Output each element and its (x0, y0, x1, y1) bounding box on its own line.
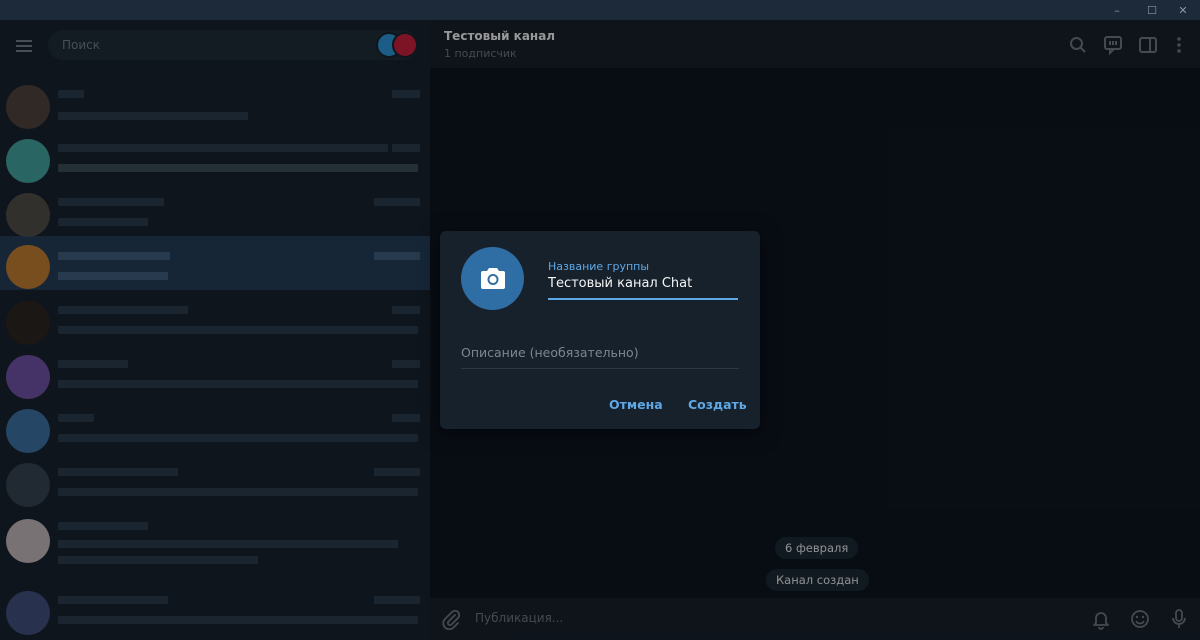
list-item[interactable] (0, 80, 430, 134)
list-item[interactable] (0, 458, 430, 512)
window-titlebar: – ☐ ✕ (0, 0, 1200, 20)
camera-icon (480, 267, 505, 289)
list-item[interactable] (0, 240, 430, 294)
list-item[interactable] (0, 188, 430, 242)
avatar (6, 245, 50, 289)
minimize-button[interactable]: – (1110, 3, 1124, 17)
create-button[interactable]: Создать (688, 397, 747, 412)
set-photo-button[interactable] (461, 247, 524, 310)
cancel-button[interactable]: Отмена (609, 397, 663, 412)
chat-list-panel: Поиск (0, 20, 430, 640)
avatar (6, 355, 50, 399)
maximize-button[interactable]: ☐ (1145, 3, 1159, 17)
avatar (6, 519, 50, 563)
avatar (6, 193, 50, 237)
search-input[interactable]: Поиск (48, 30, 418, 60)
description-input[interactable]: Описание (необязательно) (461, 341, 739, 369)
list-item[interactable] (0, 404, 430, 458)
list-item[interactable] (0, 134, 430, 188)
avatar (6, 409, 50, 453)
story-avatar[interactable] (392, 32, 418, 58)
menu-icon[interactable] (12, 36, 36, 56)
list-item[interactable] (0, 296, 430, 350)
group-name-input[interactable]: Тестовый канал Chat (548, 276, 738, 300)
avatar (6, 301, 50, 345)
avatar (6, 591, 50, 635)
create-group-dialog: Название группы Тестовый канал Chat Опис… (440, 231, 760, 429)
list-item[interactable] (0, 350, 430, 404)
avatar (6, 463, 50, 507)
list-item[interactable] (0, 514, 430, 568)
close-button[interactable]: ✕ (1176, 3, 1190, 17)
group-name-label: Название группы (548, 260, 650, 273)
avatar (6, 139, 50, 183)
avatar (6, 85, 50, 129)
list-item[interactable] (0, 586, 430, 640)
